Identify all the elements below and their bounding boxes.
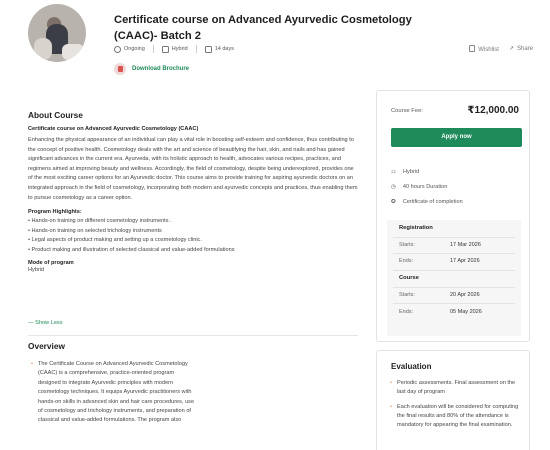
course-start-label: Starts:	[399, 292, 415, 298]
course-fee-card: Course Fee: ₹12,000.00 Apply now ⚏ Hybri…	[376, 90, 530, 342]
clock-icon: ◷	[391, 184, 396, 190]
course-header: Certificate course on Advanced Ayurvedic…	[0, 0, 550, 92]
course-meta: Ongoing Hybrid 14 days	[114, 45, 234, 53]
section-divider	[28, 335, 358, 336]
schedule-panel: Registration Starts: 17 Mar 2026 Ends: 1…	[387, 220, 521, 336]
feature-mode: ⚏ Hybrid	[391, 169, 420, 175]
show-less-toggle[interactable]: — Show Less	[28, 320, 63, 326]
bookmark-icon	[469, 45, 476, 52]
course-end-date: 05 May 2026	[450, 309, 482, 315]
calendar-icon	[204, 45, 212, 53]
course-heading: Course	[399, 275, 419, 281]
fee-value: ₹12,000.00	[467, 105, 519, 116]
evaluation-card: Evaluation Periodic assessments. Final a…	[376, 350, 530, 450]
registration-end-date: 17 Apr 2026	[450, 258, 480, 264]
list-item: Hands-on training on selected trichology…	[28, 227, 358, 237]
evaluation-heading: Evaluation	[391, 362, 432, 371]
duration-text: 14 days	[214, 46, 234, 52]
share-button[interactable]: ↗ Share	[509, 45, 533, 53]
status-icon	[114, 45, 121, 53]
about-heading: About Course	[28, 110, 83, 120]
overview-heading: Overview	[28, 341, 65, 351]
list-item: Periodic assessments. Final assessment o…	[387, 379, 525, 398]
about-course-section: About Course Certificate course on Advan…	[28, 110, 358, 273]
fee-label: Course Fee:	[391, 107, 423, 114]
mode-text: Hybrid	[171, 46, 188, 52]
hybrid-icon: ⚏	[391, 169, 397, 175]
highlights-heading: Program Highlights:	[28, 209, 82, 216]
list-item: Product making and illustration of selec…	[28, 246, 358, 256]
registration-heading: Registration	[399, 225, 433, 231]
pdf-icon	[114, 63, 126, 75]
registration-start-date: 17 Mar 2026	[450, 242, 481, 248]
list-item: Legal aspects of product making and sett…	[28, 236, 358, 246]
course-thumbnail	[28, 4, 86, 62]
about-subheading: Certificate course on Advanced Ayurvedic…	[28, 126, 199, 132]
status-text: Ongoing	[124, 46, 145, 52]
registration-start-label: Starts:	[399, 242, 415, 248]
highlights-list: Hands-on training on different cosmetolo…	[28, 217, 358, 255]
course-start-date: 20 Apr 2026	[450, 292, 480, 298]
list-item: The Certificate Course on Advanced Ayurv…	[28, 360, 196, 426]
certificate-icon: ✪	[391, 199, 396, 205]
registration-end-label: Ends:	[399, 258, 414, 264]
wishlist-button[interactable]: Wishlist	[469, 45, 499, 53]
download-brochure-link[interactable]: Download Brochure	[114, 63, 189, 75]
feature-certificate: ✪ Certificate of completion	[391, 199, 463, 205]
course-title: Certificate course on Advanced Ayurvedic…	[114, 14, 412, 42]
mode-heading: Mode of program	[28, 259, 74, 266]
about-paragraph: Enhancing the physical appearance of an …	[28, 137, 358, 201]
list-item: Each evaluation will be considered for c…	[387, 403, 525, 431]
course-end-label: Ends:	[399, 309, 414, 315]
mode-value: Hybrid	[28, 266, 45, 273]
mode-icon	[161, 45, 169, 53]
apply-now-button[interactable]: Apply now	[391, 128, 522, 147]
feature-duration: ◷ 40 hours Duration	[391, 184, 448, 190]
overview-section: Overview The Certificate Course on Advan…	[28, 341, 358, 426]
list-item: Hands-on training on different cosmetolo…	[28, 217, 358, 227]
share-icon: ↗	[508, 46, 514, 52]
